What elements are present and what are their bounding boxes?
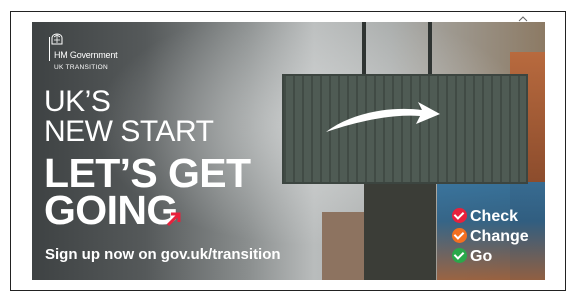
logo-subtitle: UK TRANSITION	[54, 64, 108, 71]
royal-crest-icon	[51, 33, 63, 45]
cta-check: Check	[452, 208, 518, 226]
signup-link-text[interactable]: Sign up now on gov.uk/transition	[45, 246, 281, 263]
crane-mast	[362, 22, 432, 82]
cta-go: Go	[452, 248, 492, 266]
cta-change-label: Change	[470, 228, 529, 245]
go-tick-icon	[452, 248, 467, 263]
advert-banner[interactable]: HM Government UK TRANSITION UK’S NEW STA…	[32, 22, 545, 280]
diagonal-arrow-icon	[166, 212, 181, 227]
headline-line-1: UK’S	[44, 85, 111, 118]
cta-check-label: Check	[470, 208, 519, 225]
headline-line-4: GOING	[44, 187, 178, 233]
headline-line-2: NEW START	[44, 115, 214, 148]
cta-change: Change	[452, 228, 529, 246]
change-tick-icon	[452, 228, 467, 243]
container-stack-bottom-left	[322, 212, 364, 280]
forklift-cab	[364, 184, 436, 280]
check-tick-icon	[452, 208, 467, 223]
swoosh-arrow-icon	[326, 102, 440, 132]
ad-choices-icon[interactable]	[518, 16, 528, 22]
cta-go-label: Go	[470, 248, 493, 265]
logo-org-name: HM Government	[54, 50, 118, 60]
logo-divider	[49, 37, 50, 61]
